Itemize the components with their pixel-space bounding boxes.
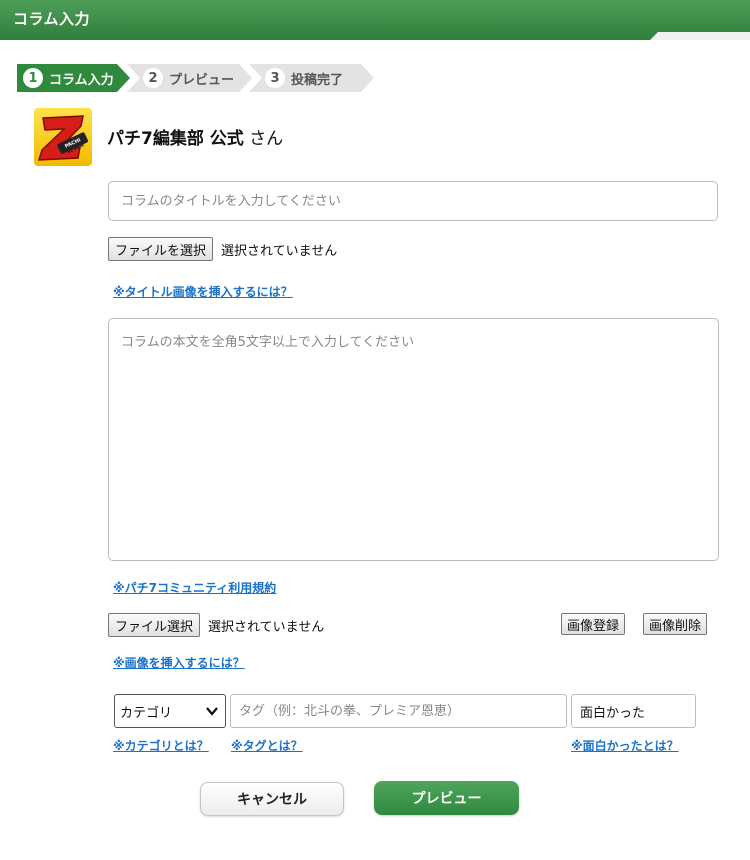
preview-button[interactable]: プレビュー <box>374 781 519 815</box>
tag-help-link[interactable]: ※タグとは？ <box>231 737 303 754</box>
tag-input[interactable] <box>230 694 567 728</box>
page-title: コラム入力 <box>13 10 91 28</box>
column-body-textarea[interactable] <box>108 318 719 561</box>
column-title-input[interactable] <box>108 181 718 221</box>
image-file-select-button[interactable]: ファイル選択 <box>108 613 201 637</box>
step-2-number: 2 <box>143 68 163 88</box>
chevron-down-icon <box>206 707 218 716</box>
user-name-text: パチ7編集部 公式 <box>107 129 244 149</box>
image-register-button[interactable]: 画像登録 <box>561 613 626 635</box>
category-selected-value: カテゴリ <box>120 705 173 721</box>
step-2-label: プレビュー <box>169 72 235 88</box>
user-honorific: さん <box>243 129 284 149</box>
user-name: パチ7編集部 公式 さん <box>107 124 283 149</box>
avatar: PACHI SEVEN <box>34 108 92 166</box>
step-3-label: 投稿完了 <box>291 72 344 88</box>
cancel-button[interactable]: キャンセル <box>200 782 344 816</box>
fun-field[interactable]: 面白かった <box>571 694 696 728</box>
category-help-link[interactable]: ※カテゴリとは？ <box>113 737 209 754</box>
step-1: 1 コラム入力 <box>17 64 130 92</box>
title-file-select-button[interactable]: ファイルを選択 <box>108 237 214 261</box>
title-file-status: 選択されていません <box>221 244 338 259</box>
title-image-help-link[interactable]: ※タイトル画像を挿入するには？ <box>113 283 293 300</box>
category-select[interactable]: カテゴリ <box>114 694 226 728</box>
fun-help-link[interactable]: ※面白かったとは？ <box>571 737 679 754</box>
step-3: 3 投稿完了 <box>249 64 374 92</box>
step-1-number: 1 <box>23 68 43 88</box>
terms-link[interactable]: ※パチ7コミュニティ利用規約 <box>113 579 276 596</box>
pachi-seven-logo-icon: PACHI SEVEN <box>37 115 88 161</box>
image-file-status: 選択されていません <box>208 620 325 635</box>
step-3-number: 3 <box>265 68 285 88</box>
header-notch <box>650 32 750 40</box>
image-help-link[interactable]: ※画像を挿入するには？ <box>113 654 245 671</box>
step-2: 2 プレビュー <box>127 64 252 92</box>
image-delete-button[interactable]: 画像削除 <box>643 613 708 635</box>
header-bar: コラム入力 <box>0 0 750 40</box>
step-1-label: コラム入力 <box>49 72 114 88</box>
